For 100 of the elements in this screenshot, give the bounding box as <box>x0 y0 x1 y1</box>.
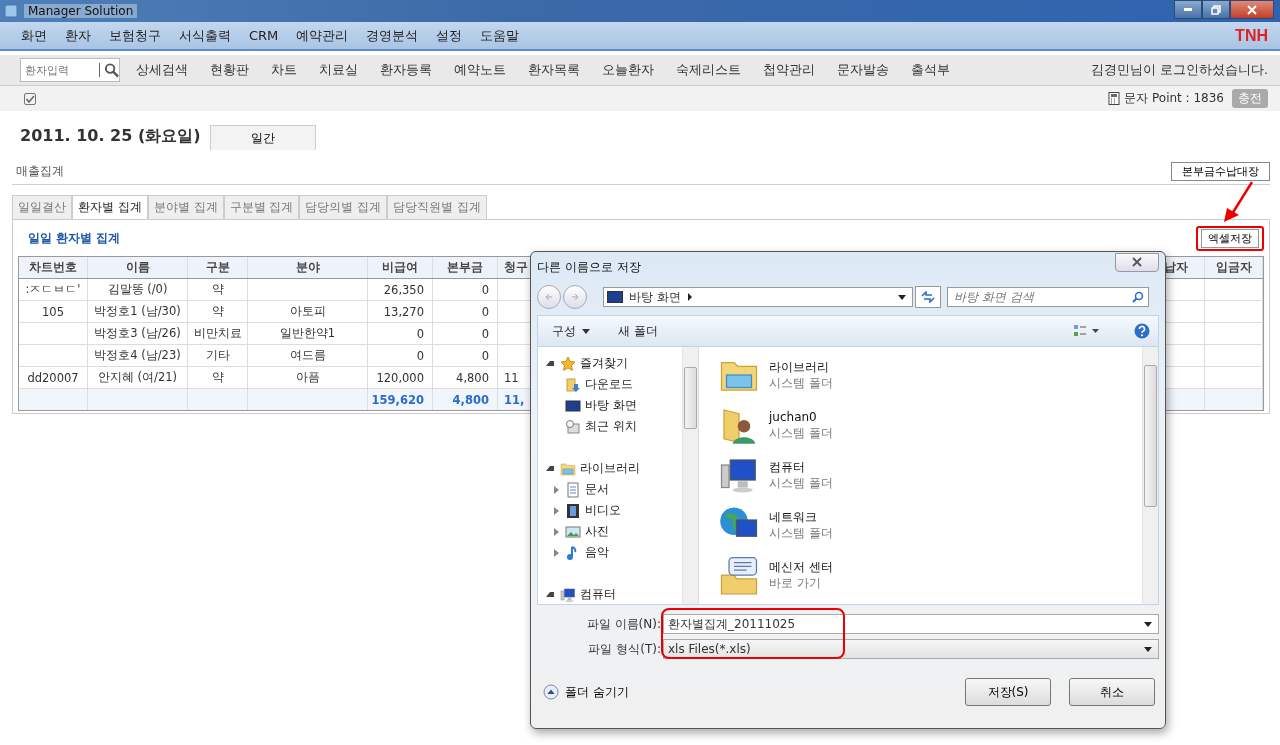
close-button[interactable] <box>1115 252 1159 272</box>
toolbar-item[interactable]: 첩약관리 <box>763 61 815 79</box>
column-header: 비급여 <box>368 257 433 278</box>
table-cell: 약 <box>188 301 248 322</box>
menu-item[interactable]: 환자 <box>65 26 91 45</box>
toolbar-item[interactable]: 환자목록 <box>528 61 580 79</box>
nav-tree-item[interactable]: 라이브러리 <box>544 458 682 479</box>
restore-button[interactable] <box>1202 0 1230 19</box>
close-button[interactable] <box>1230 0 1274 19</box>
new-folder-button[interactable]: 새 폴더 <box>612 321 664 341</box>
ledger-button[interactable]: 본부금수납대장 <box>1171 162 1270 181</box>
table-cell: 120,000 <box>368 367 433 388</box>
tab[interactable]: 담당직원별 집계 <box>387 195 488 219</box>
hide-folders-button[interactable]: 폴더 숨기기 <box>537 682 635 702</box>
back-arrow-icon <box>544 292 554 302</box>
dropdown-arrow-icon[interactable] <box>1144 621 1152 627</box>
nav-tree-item[interactable]: 음악 <box>544 542 682 563</box>
tab[interactable]: 환자별 집계 <box>72 195 148 219</box>
column-header: 분야 <box>248 257 368 278</box>
expander-icon[interactable] <box>546 466 554 471</box>
table-cell: :ㅈㄷㅂㄷ' <box>19 279 88 300</box>
file-type: 시스템 폴더 <box>769 525 833 541</box>
toolbar-item[interactable]: 차트 <box>271 61 297 79</box>
refresh-button[interactable] <box>915 286 941 308</box>
file-item[interactable]: 메신저 센터 바로 가기 <box>719 550 1142 600</box>
file-name: 컴퓨터 <box>769 459 806 475</box>
file-item[interactable]: juchan0 시스템 폴더 <box>719 400 1142 450</box>
table-cell: 안지혜 (여/21) <box>88 367 188 388</box>
menu-item[interactable]: CRM <box>249 28 279 43</box>
nav-tree-item[interactable]: 사진 <box>544 521 682 542</box>
sms-point-label: 문자 Point : 1836 <box>1124 90 1224 107</box>
caret-icon <box>582 328 590 334</box>
menu-item[interactable]: 설정 <box>436 26 463 45</box>
refresh-arrows-icon <box>921 291 935 303</box>
table-cell: 4,800 <box>433 367 498 388</box>
file-name: 네트워크 <box>769 509 818 525</box>
filetype-dropdown[interactable]: xls Files(*.xls) <box>663 639 1159 659</box>
app-icon <box>4 4 18 18</box>
toolbar-item[interactable]: 환자등록 <box>380 61 432 79</box>
tab[interactable]: 일일결산 <box>12 195 72 219</box>
dialog-button[interactable]: 저장(S) <box>965 678 1051 706</box>
file-item[interactable]: 라이브러리 시스템 폴더 <box>719 350 1142 400</box>
expander-icon[interactable] <box>546 592 554 597</box>
file-item[interactable]: 컴퓨터 시스템 폴더 <box>719 450 1142 500</box>
toolbar-item[interactable]: 오늘환자 <box>602 61 654 79</box>
dialog-button[interactable]: 취소 <box>1069 678 1155 706</box>
phone-icon <box>1108 92 1121 105</box>
period-tab[interactable]: 일간 <box>210 125 316 150</box>
toolbar-item[interactable]: 예약노트 <box>454 61 506 79</box>
library-folder-icon <box>560 460 576 477</box>
file-name: 메신저 센터 <box>769 559 833 575</box>
nav-tree-item[interactable]: 컴퓨터 <box>544 584 682 604</box>
toolbar-item[interactable]: 상세검색 <box>136 61 188 79</box>
section-title: 매출집계 <box>16 164 64 179</box>
nav-tree-item[interactable]: 문서 <box>544 479 682 500</box>
minimize-button[interactable] <box>1174 0 1202 19</box>
scrollbar[interactable] <box>1142 347 1158 604</box>
collapse-up-icon <box>543 684 559 700</box>
filename-field[interactable]: 환자별집계_20111025 <box>663 614 1159 634</box>
expander-icon[interactable] <box>546 361 554 366</box>
nav-tree-item[interactable]: 비디오 <box>544 500 682 521</box>
dropdown-arrow-icon[interactable] <box>898 294 906 300</box>
file-item[interactable]: 네트워크 시스템 폴더 <box>719 500 1142 550</box>
patient-search-field[interactable]: 환자입력 <box>20 58 120 82</box>
address-bar[interactable]: 바탕 화면 <box>603 287 913 307</box>
menu-item[interactable]: 경영분석 <box>366 26 419 45</box>
toolbar-item[interactable]: 문자발송 <box>837 61 889 79</box>
nav-tree-item[interactable]: 바탕 화면 <box>544 395 682 416</box>
file-name: 라이브러리 <box>769 359 830 375</box>
window-title: Manager Solution <box>24 4 138 18</box>
nav-tree-item[interactable]: 최근 위치 <box>544 416 682 437</box>
brand-logo: TNH <box>1235 26 1268 45</box>
tab[interactable]: 담당의별 집계 <box>299 195 388 219</box>
toolbar-item[interactable]: 출석부 <box>911 61 950 79</box>
restore-icon <box>1211 4 1221 15</box>
tab[interactable]: 분야별 집계 <box>147 195 224 219</box>
menu-item[interactable]: 화면 <box>21 26 47 45</box>
table-cell: 26,350 <box>368 279 433 300</box>
menu-item[interactable]: 서식출력 <box>179 26 231 45</box>
excel-save-button[interactable]: 엑셀저장 <box>1201 228 1259 248</box>
nav-tree-item[interactable]: 즐겨찾기 <box>544 353 682 374</box>
table-cell: 박정호3 (남/26) <box>88 323 188 344</box>
help-button[interactable] <box>1134 323 1150 339</box>
checkbox[interactable] <box>24 92 36 105</box>
menu-item[interactable]: 도움말 <box>480 26 520 45</box>
nav-tree-item[interactable]: 다운로드 <box>544 374 682 395</box>
toolbar-item[interactable]: 치료실 <box>319 61 358 79</box>
menu-item[interactable]: 보험청구 <box>109 26 161 45</box>
search-field[interactable]: 바탕 화면 검색 <box>947 287 1149 307</box>
scrollbar[interactable] <box>682 347 698 604</box>
dropdown-arrow-icon[interactable] <box>1144 646 1152 652</box>
table-cell: 박정호4 (남/23) <box>88 345 188 366</box>
toolbar-item[interactable]: 현황판 <box>210 61 249 79</box>
date-heading: 2011. 10. 25 (화요일) <box>19 126 202 147</box>
table-cell: 아토피 <box>248 301 368 322</box>
menu-item[interactable]: 예약관리 <box>296 26 349 45</box>
search-icon[interactable] <box>104 62 119 78</box>
organize-menu[interactable]: 구성 <box>546 321 596 341</box>
tab[interactable]: 구분별 집계 <box>223 195 300 219</box>
toolbar-item[interactable]: 숙제리스트 <box>676 61 741 79</box>
